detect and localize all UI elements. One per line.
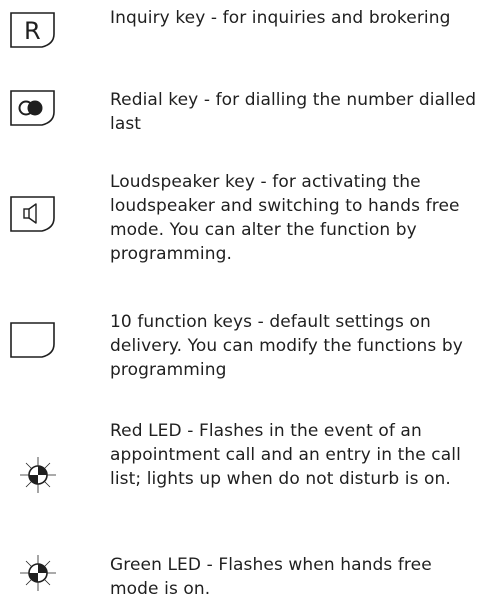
r-key-icon: R bbox=[8, 10, 64, 50]
inquiry-key-description: Inquiry key - for inquiries and brokerin… bbox=[110, 8, 451, 28]
green-led-icon bbox=[18, 553, 58, 593]
loudspeaker-key-icon bbox=[8, 194, 64, 234]
loudspeaker-key-description: Loudspeaker key - for activating the lou… bbox=[110, 172, 460, 264]
function-key-icon bbox=[8, 320, 64, 360]
redial-key-icon bbox=[8, 88, 64, 128]
function-keys-description: 10 function keys - default settings on d… bbox=[110, 312, 463, 380]
green-led-description: Green LED - Flashes when hands free mode… bbox=[110, 555, 432, 599]
red-led-icon bbox=[18, 455, 58, 495]
r-key-label: R bbox=[24, 17, 41, 45]
red-led-description: Red LED - Flashes in the event of an app… bbox=[110, 421, 461, 489]
redial-key-description: Redial key - for dialling the number dia… bbox=[110, 90, 477, 134]
